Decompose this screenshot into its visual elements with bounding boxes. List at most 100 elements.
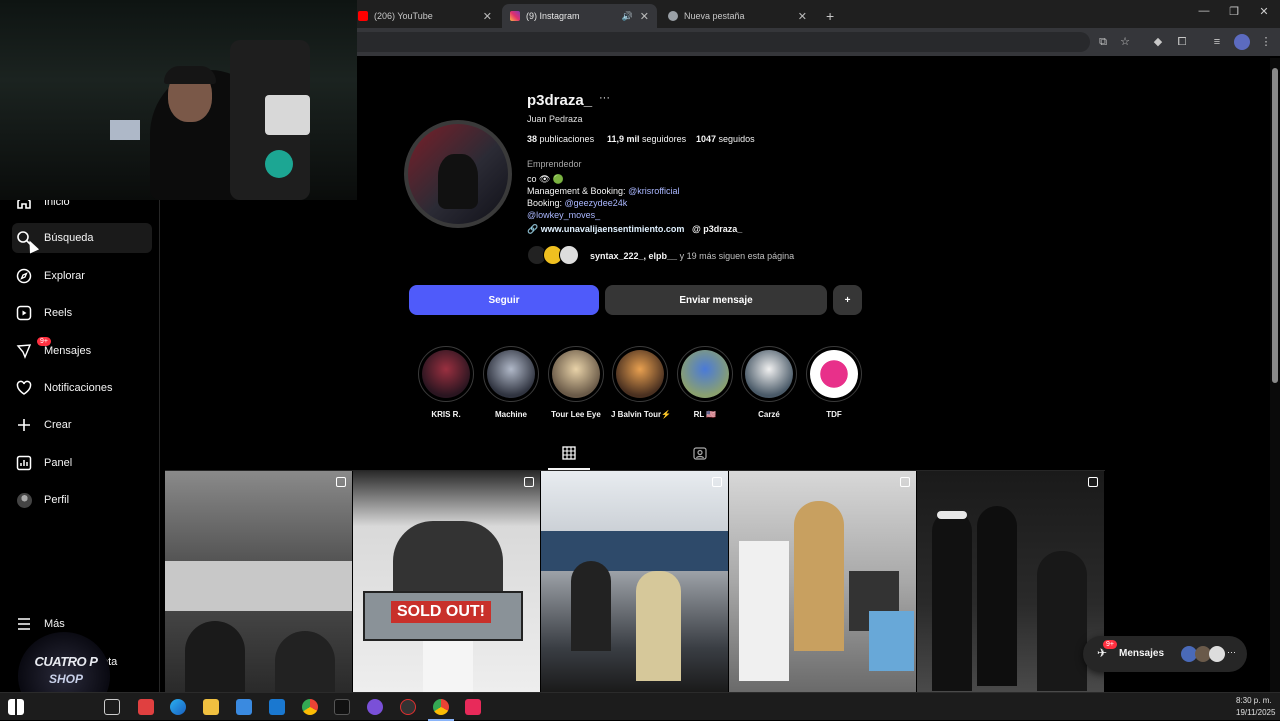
following-count[interactable]: 1047 seguidos bbox=[696, 134, 755, 144]
followed-by-avatars[interactable] bbox=[527, 245, 587, 265]
more-icon[interactable]: ··· bbox=[1227, 647, 1236, 657]
install-app-icon[interactable]: ⧉ bbox=[1095, 34, 1111, 50]
speaker-icon[interactable]: 🔊 bbox=[622, 11, 633, 22]
followers-count-label: seguidores bbox=[642, 134, 687, 144]
sidebar-item-mas[interactable]: Más bbox=[12, 609, 152, 639]
sidebar-item-explorar[interactable]: Explorar bbox=[12, 261, 152, 291]
followed-by-rest: y 19 más siguen esta página bbox=[679, 251, 795, 261]
clock-time: 8:30 p. m. bbox=[1236, 696, 1272, 705]
sold-out-text: SOLD OUT! bbox=[391, 601, 491, 623]
youtube-icon bbox=[358, 11, 368, 21]
sidebar-item-label: Notificaciones bbox=[44, 382, 113, 394]
store-icon[interactable] bbox=[236, 699, 252, 715]
reading-list-icon[interactable]: ≡ bbox=[1209, 34, 1225, 50]
profile-options-button[interactable]: ··· bbox=[599, 92, 610, 104]
highlight-label: KRIS R. bbox=[431, 410, 461, 419]
hamburger-menu-icon bbox=[16, 616, 32, 632]
posts-count-value: 38 bbox=[527, 134, 538, 144]
scrollbar-track[interactable] bbox=[1270, 58, 1280, 692]
sidebar-item-label: Búsqueda bbox=[44, 232, 94, 244]
mention-link[interactable]: @krisrofficial bbox=[628, 186, 679, 196]
scrollbar-thumb[interactable] bbox=[1272, 68, 1278, 383]
profile-username: p3draza_ bbox=[527, 92, 593, 109]
carousel-icon bbox=[336, 477, 346, 487]
followed-by-text[interactable]: syntax_222_, elpb__ y 19 más siguen esta… bbox=[590, 251, 794, 261]
bookmark-star-icon[interactable]: ☆ bbox=[1117, 34, 1133, 50]
threads-link[interactable]: @ p3draza_ bbox=[692, 224, 742, 234]
tab-youtube[interactable]: (206) YouTube ✕ bbox=[350, 4, 500, 28]
following-count-label: seguidos bbox=[718, 134, 755, 144]
restore-icon[interactable]: ❐ bbox=[1224, 5, 1244, 18]
mail-icon[interactable] bbox=[269, 699, 285, 715]
post-thumbnail[interactable] bbox=[729, 471, 916, 692]
post-thumbnail[interactable] bbox=[917, 471, 1104, 692]
browser-menu-icon[interactable]: ⋮ bbox=[1258, 34, 1274, 50]
highlight-item[interactable]: RL 🇺🇸 bbox=[676, 346, 734, 419]
post-thumbnail[interactable]: SOLD OUT! bbox=[353, 471, 540, 692]
tab-tagged[interactable] bbox=[693, 446, 709, 464]
sidebar-item-mensajes[interactable]: 9+ Mensajes bbox=[12, 336, 152, 366]
highlight-item[interactable]: Tour Lee Eye bbox=[547, 346, 605, 419]
messenger-icon bbox=[16, 343, 32, 359]
chrome-icon[interactable] bbox=[302, 699, 318, 715]
notification-badge: 9+ bbox=[1103, 640, 1117, 649]
sidebar-item-crear[interactable]: Crear bbox=[12, 410, 152, 440]
post-thumbnail[interactable] bbox=[165, 471, 352, 692]
tab-posts[interactable] bbox=[562, 446, 578, 464]
carousel-icon bbox=[524, 477, 534, 487]
suggest-accounts-button[interactable]: + bbox=[833, 285, 862, 315]
post-thumbnail[interactable] bbox=[541, 471, 728, 692]
highlight-item[interactable]: KRIS R. bbox=[417, 346, 475, 419]
tab-title: (9) Instagram bbox=[526, 11, 580, 21]
file-explorer-icon[interactable] bbox=[203, 699, 219, 715]
close-tab-icon[interactable]: ✕ bbox=[483, 10, 492, 23]
highlight-ring bbox=[806, 346, 862, 402]
profile-full-name: Juan Pedraza bbox=[527, 114, 583, 124]
bio-booking: Booking: @geezydee24k bbox=[527, 198, 627, 208]
highlight-label: Carzé bbox=[758, 410, 780, 419]
edge-icon[interactable] bbox=[170, 699, 186, 715]
carousel-icon bbox=[900, 477, 910, 487]
sidebar-item-label: Mensajes bbox=[44, 345, 92, 357]
minimize-icon[interactable]: — bbox=[1194, 5, 1214, 17]
task-view-icon[interactable] bbox=[104, 699, 120, 715]
profile-photo bbox=[408, 124, 508, 224]
app-icon[interactable] bbox=[138, 699, 154, 715]
extensions-puzzle-icon[interactable]: ⧠ bbox=[1174, 34, 1190, 50]
tiktok-icon[interactable] bbox=[334, 699, 350, 715]
highlight-item[interactable]: Machine bbox=[482, 346, 540, 419]
new-tab-button[interactable]: + bbox=[818, 4, 842, 28]
obs-icon[interactable] bbox=[400, 699, 416, 715]
highlight-item[interactable]: J Balvin Tour⚡ bbox=[611, 346, 671, 419]
chrome-icon[interactable] bbox=[433, 699, 449, 715]
sidebar-item-notificaciones[interactable]: Notificaciones bbox=[12, 373, 152, 403]
tab-instagram[interactable]: (9) Instagram 🔊 ✕ bbox=[502, 4, 657, 28]
mention-link[interactable]: @geezydee24k bbox=[565, 198, 628, 208]
profile-avatar-icon[interactable] bbox=[1234, 34, 1250, 50]
profile-avatar[interactable] bbox=[404, 120, 512, 228]
send-message-button[interactable]: Enviar mensaje bbox=[605, 285, 827, 315]
highlight-item[interactable]: TDF bbox=[805, 346, 863, 419]
close-window-icon[interactable]: ✕ bbox=[1254, 5, 1274, 18]
webcam-overlay bbox=[0, 0, 357, 200]
follow-button[interactable]: Seguir bbox=[409, 285, 599, 315]
close-tab-icon[interactable]: ✕ bbox=[798, 10, 807, 23]
close-tab-icon[interactable]: ✕ bbox=[640, 10, 649, 23]
sidebar-item-panel[interactable]: Panel bbox=[12, 448, 152, 478]
windows-start-icon[interactable] bbox=[8, 699, 24, 715]
sidebar-item-reels[interactable]: Reels bbox=[12, 298, 152, 328]
mention-link[interactable]: @lowkey_moves_ bbox=[527, 210, 600, 220]
followers-count[interactable]: 11,9 mil seguidores bbox=[607, 134, 686, 144]
messages-float-label: Mensajes bbox=[1119, 648, 1165, 659]
tiktok-live-icon[interactable] bbox=[465, 699, 481, 715]
followers-count-value: 11,9 mil bbox=[607, 134, 640, 144]
rgb-light bbox=[265, 150, 293, 178]
highlight-item[interactable]: Carzé bbox=[740, 346, 798, 419]
sidebar-item-perfil[interactable]: Perfil bbox=[12, 485, 152, 515]
messages-float-bar[interactable]: ✈ 9+ Mensajes ··· bbox=[1083, 636, 1247, 672]
extension-diamond-icon[interactable]: ◆ bbox=[1150, 34, 1166, 50]
tab-new[interactable]: Nueva pestaña ✕ bbox=[660, 4, 815, 28]
tab-title: Nueva pestaña bbox=[684, 11, 745, 21]
app-icon[interactable] bbox=[367, 699, 383, 715]
website-link[interactable]: 🔗 www.unavalijaensentimiento.com bbox=[527, 224, 684, 235]
